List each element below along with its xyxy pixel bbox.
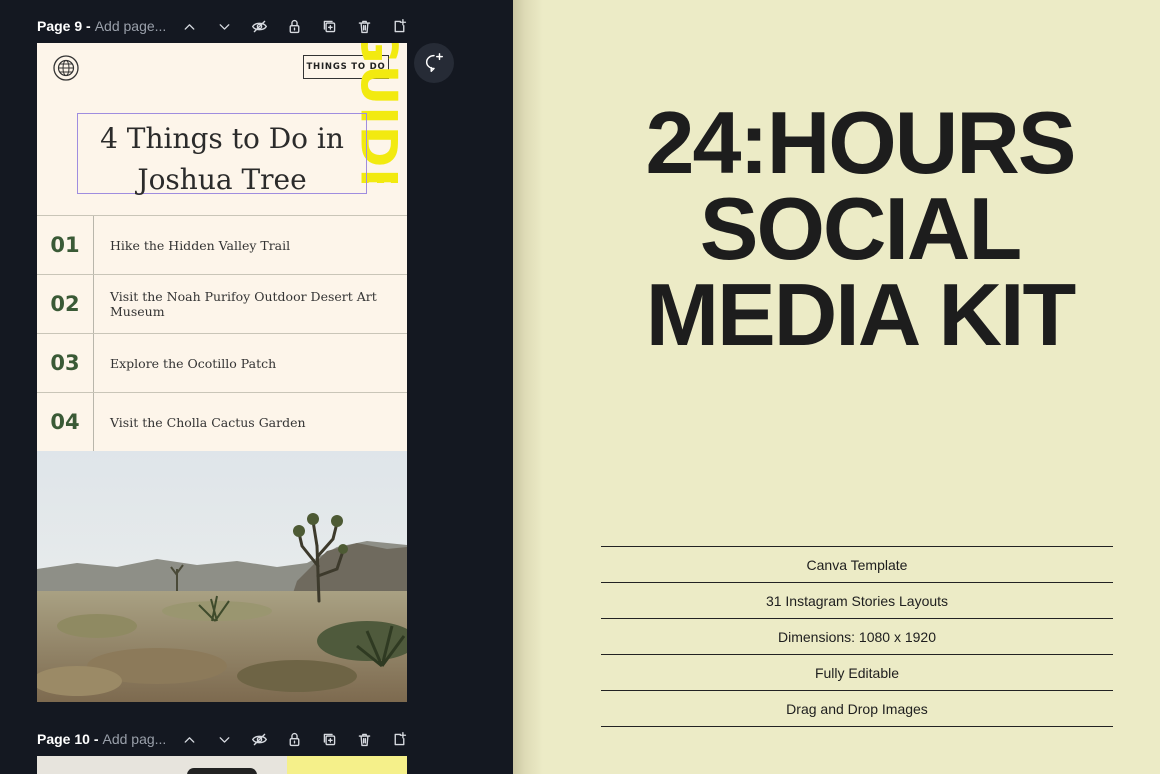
add-page-icon[interactable] (388, 728, 411, 751)
page-edge-shadow (513, 0, 543, 774)
item-number: 03 (37, 334, 94, 392)
list-item[interactable]: 02 Visit the Noah Purifoy Outdoor Desert… (37, 274, 407, 333)
feature-item: Canva Template (601, 546, 1113, 582)
desert-photo[interactable] (37, 451, 407, 702)
item-text: Visit the Cholla Cactus Garden (110, 414, 306, 430)
item-text: Visit the Noah Purifoy Outdoor Desert Ar… (110, 289, 377, 319)
design-page-9[interactable]: THINGS TO DO GUIDE 4 Things to Do in Jos… (37, 43, 407, 702)
item-number: 01 (37, 216, 94, 274)
duplicate-icon[interactable] (318, 15, 341, 38)
title-line-1: 4 Things to Do in (100, 122, 344, 155)
list-item[interactable]: 04 Visit the Cholla Cactus Garden (37, 392, 407, 452)
lock-icon[interactable] (283, 728, 306, 751)
design-title[interactable]: 4 Things to Do in Joshua Tree (78, 118, 366, 200)
feature-item: Fully Editable (601, 654, 1113, 690)
add-page-icon[interactable] (388, 15, 411, 38)
duplicate-icon[interactable] (318, 728, 341, 751)
things-list: 01 Hike the Hidden Valley Trail 02 Visit… (37, 215, 407, 452)
page-10-title-input[interactable]: Add pag... (102, 731, 166, 747)
feature-item: Dimensions: 1080 x 1920 (601, 618, 1113, 654)
headline-line-2: SOCIAL (699, 179, 1022, 278)
title-line-2: Joshua Tree (137, 163, 307, 196)
add-comment-icon (426, 53, 443, 72)
item-text: Explore the Ocotillo Patch (110, 355, 277, 371)
page-9-label: Page 9 - (37, 18, 91, 34)
headline-line-3: MEDIA KIT (645, 265, 1077, 364)
headline-line-1: 24:HOURS (645, 93, 1077, 192)
editor-panel: Page 9 - Add page... THINGS TO DO GUIDE … (0, 0, 513, 774)
page-10-header[interactable]: Page 10 - Add pag... (37, 724, 166, 754)
chevron-up-icon[interactable] (178, 728, 201, 751)
promo-headline: 24:HOURS SOCIAL MEDIA KIT (560, 93, 1160, 364)
chevron-up-icon[interactable] (178, 15, 201, 38)
add-comment-button[interactable] (414, 43, 454, 83)
title-selection-box[interactable]: 4 Things to Do in Joshua Tree (77, 113, 367, 196)
hide-icon[interactable] (248, 15, 271, 38)
page-10-yellow-block (287, 756, 407, 774)
delete-icon[interactable] (353, 15, 376, 38)
lock-icon[interactable] (283, 15, 306, 38)
page-9-toolbar (178, 11, 411, 41)
page-10-label: Page 10 - (37, 731, 99, 747)
item-number: 04 (37, 393, 94, 451)
item-number: 02 (37, 275, 94, 333)
hide-icon[interactable] (248, 728, 271, 751)
design-page-10-preview[interactable] (37, 756, 407, 774)
chevron-down-icon[interactable] (213, 728, 236, 751)
item-text: Hike the Hidden Valley Trail (110, 237, 291, 253)
list-item[interactable]: 03 Explore the Ocotillo Patch (37, 333, 407, 392)
feature-item: Drag and Drop Images (601, 690, 1113, 727)
page-9-header[interactable]: Page 9 - Add page... (37, 11, 166, 41)
list-item[interactable]: 01 Hike the Hidden Valley Trail (37, 215, 407, 274)
page-9-title-input[interactable]: Add page... (95, 18, 167, 34)
page-10-toolbar (178, 724, 411, 754)
chevron-down-icon[interactable] (213, 15, 236, 38)
page-10-dark-shape (187, 768, 257, 774)
feature-list: Canva Template 31 Instagram Stories Layo… (601, 546, 1113, 727)
feature-item: 31 Instagram Stories Layouts (601, 582, 1113, 618)
globe-icon (53, 55, 79, 81)
delete-icon[interactable] (353, 728, 376, 751)
